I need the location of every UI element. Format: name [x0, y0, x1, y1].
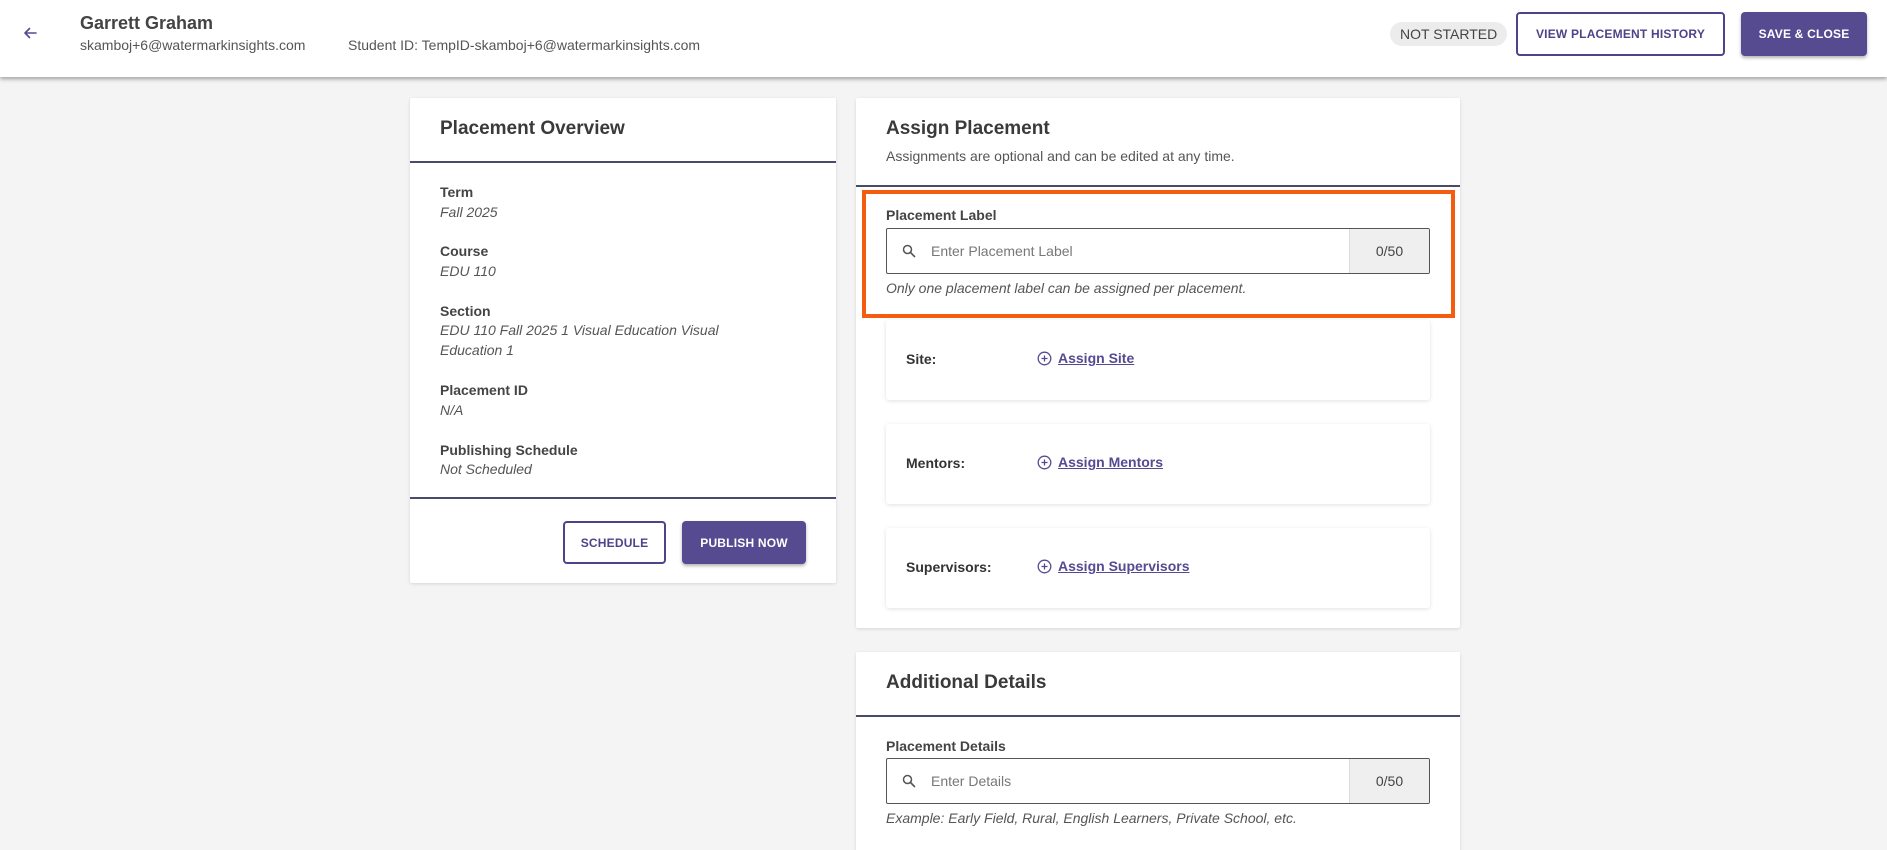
placement-details-counter: 0/50 — [1349, 759, 1429, 803]
placement-label-label: Placement Label — [886, 207, 997, 223]
assign-mentors-link[interactable]: Assign Mentors — [1037, 454, 1163, 470]
assign-supervisors-link[interactable]: Assign Supervisors — [1037, 558, 1190, 574]
course-value: EDU 110 — [440, 263, 496, 279]
supervisors-row: Supervisors: Assign Supervisors — [886, 528, 1430, 608]
site-row: Site: Assign Site — [886, 320, 1430, 400]
add-circle-icon — [1037, 455, 1052, 469]
placement-id-value: N/A — [440, 402, 464, 418]
course-label: Course — [440, 243, 489, 259]
placement-id-label: Placement ID — [440, 382, 528, 398]
additional-divider — [856, 715, 1460, 717]
arrow-left-icon — [24, 27, 37, 39]
additional-title: Additional Details — [886, 672, 1047, 693]
add-circle-icon — [1037, 559, 1052, 573]
assign-site-text: Assign Site — [1058, 350, 1135, 366]
assign-mentors-text: Assign Mentors — [1058, 454, 1164, 470]
publish-now-button[interactable]: PUBLISH NOW — [682, 521, 806, 564]
overview-title: Placement Overview — [440, 118, 625, 139]
assign-supervisors-text: Assign Supervisors — [1058, 558, 1190, 574]
section-value: EDU 110 Fall 2025 1 Visual Education Vis… — [440, 322, 719, 358]
schedule-button[interactable]: SCHEDULE — [563, 521, 666, 564]
publishing-schedule-label: Publishing Schedule — [440, 442, 578, 458]
placement-details-field[interactable]: 0/50 — [886, 758, 1430, 804]
mentors-row: Mentors: Assign Mentors — [886, 424, 1430, 504]
term-value: Fall 2025 — [440, 204, 498, 220]
mentors-label: Mentors: — [906, 455, 966, 471]
assign-subtitle: Assignments are optional and can be edit… — [886, 148, 1235, 164]
placement-label-counter: 0/50 — [1349, 229, 1429, 273]
assign-divider — [856, 185, 1460, 187]
page-header: Garrett Graham skamboj+6@watermarkinsigh… — [0, 0, 1887, 77]
status-badge: NOT STARTED — [1390, 22, 1508, 46]
supervisors-label: Supervisors: — [906, 559, 992, 575]
save-and-close-button[interactable]: SAVE & CLOSE — [1741, 12, 1867, 56]
view-placement-history-button[interactable]: VIEW PLACEMENT HISTORY — [1516, 12, 1725, 56]
placement-label-helper: Only one placement label can be assigned… — [886, 280, 1247, 296]
publishing-schedule-value: Not Scheduled — [440, 461, 532, 477]
term-label: Term — [440, 184, 474, 200]
student-name: Garrett Graham — [80, 13, 214, 33]
student-id: Student ID: TempID-skamboj+6@watermarkin… — [348, 37, 701, 53]
placement-details-helper: Example: Early Field, Rural, English Lea… — [886, 810, 1297, 826]
search-icon — [887, 229, 931, 273]
back-button[interactable] — [18, 21, 42, 45]
search-icon — [887, 759, 931, 803]
student-email: skamboj+6@watermarkinsights.com — [80, 37, 306, 53]
assign-site-link[interactable]: Assign Site — [1037, 350, 1134, 366]
additional-details-card: Additional Details Placement Details 0/5… — [856, 652, 1460, 850]
add-circle-icon — [1037, 351, 1052, 365]
section-label: Section — [440, 303, 491, 319]
overview-divider-top — [410, 161, 836, 163]
overview-divider-bottom — [410, 497, 836, 499]
placement-label-input[interactable] — [931, 229, 1349, 273]
site-label: Site: — [906, 351, 937, 367]
placement-label-field[interactable]: 0/50 — [886, 228, 1430, 274]
placement-overview-card: Placement Overview Term Fall 2025 Course… — [410, 98, 836, 583]
placement-details-input[interactable] — [931, 759, 1349, 803]
assign-placement-card: Assign Placement Assignments are optiona… — [856, 98, 1460, 628]
assign-title: Assign Placement — [886, 118, 1050, 139]
placement-details-label: Placement Details — [886, 738, 1006, 754]
